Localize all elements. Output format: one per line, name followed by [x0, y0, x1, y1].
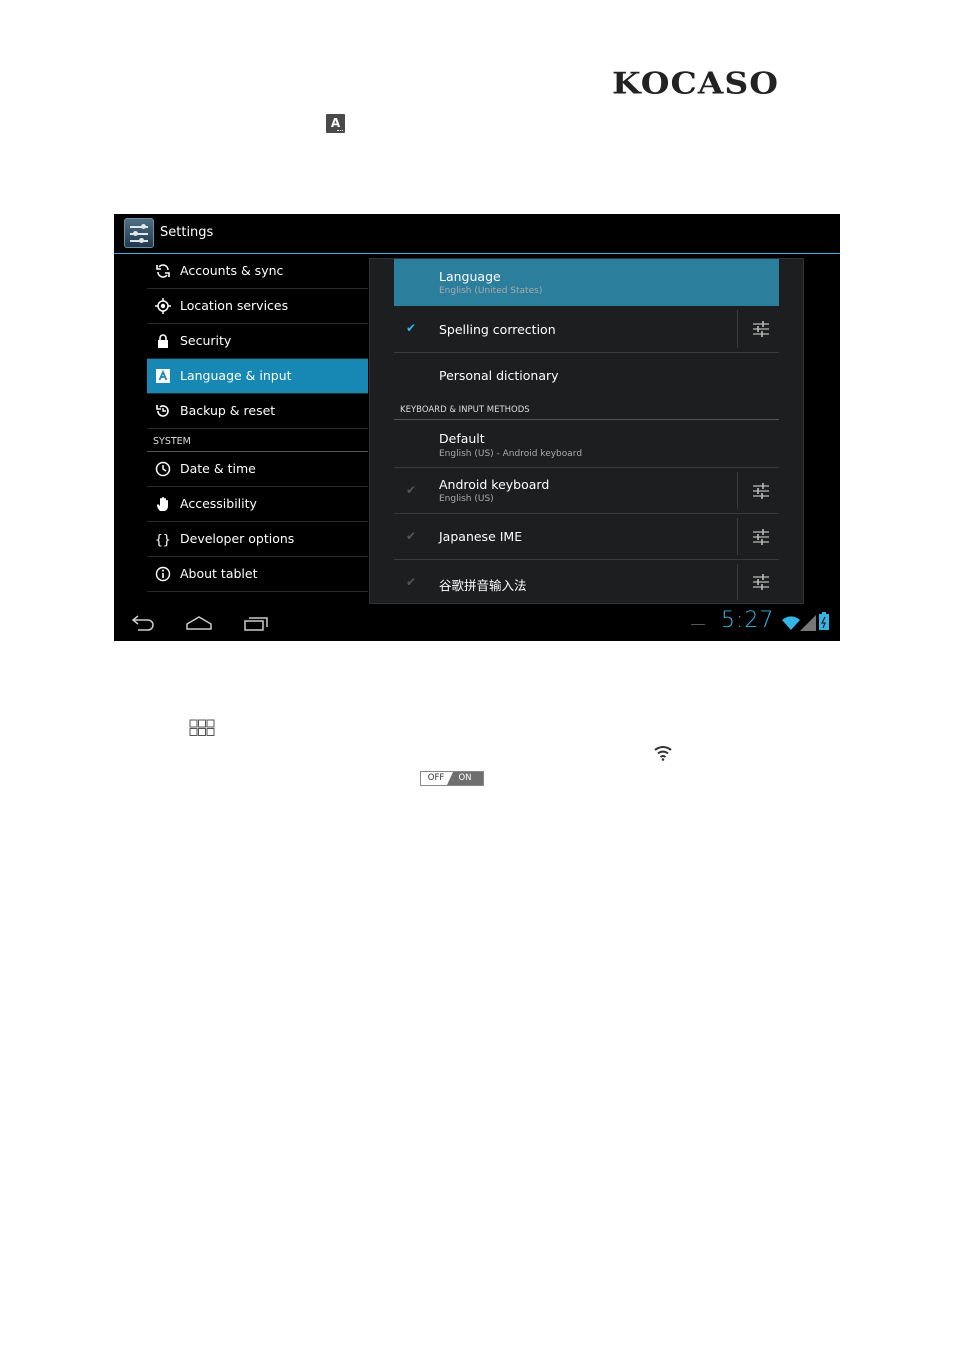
- home-icon[interactable]: [184, 612, 214, 634]
- settings-screenshot: Settings Accounts & sync Location servic…: [114, 214, 840, 641]
- language-input-panel: Language English (United States) ✔ Spell…: [369, 258, 804, 604]
- pinyin-ime-label: 谷歌拼音输入法: [439, 578, 527, 593]
- menu-item-about-tablet[interactable]: About tablet: [147, 557, 368, 592]
- menu-item-location-services[interactable]: Location services: [147, 289, 368, 324]
- japanese-ime-row[interactable]: ✔ Japanese IME: [394, 514, 779, 560]
- kocaso-logo: KOCASO: [612, 65, 779, 101]
- menu-label: Developer options: [180, 531, 295, 546]
- hand-icon: [157, 497, 168, 511]
- wifi-icon: [782, 616, 800, 630]
- menu-item-accounts-sync[interactable]: Accounts & sync: [147, 254, 368, 289]
- default-input-row[interactable]: Default English (US) - Android keyboard: [394, 421, 779, 468]
- keyboard-section-header: KEYBOARD & INPUT METHODS: [394, 403, 779, 420]
- settings-menu: Accounts & sync Location services Securi…: [147, 254, 368, 592]
- menu-item-backup-reset[interactable]: Backup & reset: [147, 394, 368, 429]
- menu-label: Accessibility: [180, 496, 257, 511]
- menu-label: Date & time: [180, 461, 256, 476]
- language-icon: [156, 369, 170, 383]
- navigation-bar: 5:27: [114, 606, 840, 641]
- japanese-ime-settings-icon[interactable]: [752, 529, 770, 545]
- android-keyboard-row[interactable]: ✔ Android keyboard English (US): [394, 468, 779, 514]
- android-keyboard-sub: English (US): [439, 494, 494, 504]
- spelling-correction-row[interactable]: ✔ Spelling correction: [394, 306, 779, 353]
- backup-icon: [156, 405, 169, 417]
- language-title: Language: [439, 269, 501, 284]
- toggle-off-label: OFF: [421, 772, 451, 785]
- japanese-ime-label: Japanese IME: [439, 529, 523, 544]
- braces-icon: {}: [155, 533, 171, 547]
- language-value: English (United States): [439, 286, 543, 296]
- menu-item-developer-options[interactable]: {} Developer options: [147, 522, 368, 557]
- lock-icon: [158, 334, 168, 348]
- status-clock: 5:27: [721, 608, 775, 633]
- on-off-toggle: OFF ON: [420, 771, 484, 786]
- dictionary-label: Personal dictionary: [439, 368, 559, 383]
- pinyin-ime-settings-icon[interactable]: [752, 574, 770, 590]
- sync-icon: [156, 264, 170, 278]
- settings-app-icon[interactable]: [124, 218, 154, 248]
- app-title: Settings: [160, 225, 214, 240]
- language-setting[interactable]: Language English (United States): [394, 259, 779, 306]
- android-keyboard-title: Android keyboard: [439, 477, 550, 492]
- location-icon: [155, 298, 171, 314]
- default-value: English (US) - Android keyboard: [439, 449, 583, 459]
- menu-label: Language & input: [180, 368, 292, 383]
- spelling-checkbox[interactable]: ✔: [406, 322, 418, 334]
- menu-item-accessibility[interactable]: Accessibility: [147, 487, 368, 522]
- signal-icon: [800, 615, 816, 631]
- pinyin-ime-row[interactable]: ✔ 谷歌拼音输入法: [394, 560, 779, 604]
- back-icon[interactable]: [128, 612, 156, 634]
- toggle-on-label: ON: [447, 772, 483, 785]
- menu-label: About tablet: [180, 566, 258, 581]
- menu-label: Accounts & sync: [180, 263, 284, 278]
- system-section-header: SYSTEM: [147, 429, 368, 452]
- info-icon: [155, 566, 171, 582]
- menu-label: Location services: [180, 298, 289, 313]
- menu-item-date-time[interactable]: Date & time: [147, 452, 368, 487]
- japanese-ime-checkbox[interactable]: ✔: [406, 530, 418, 542]
- menu-item-language-input[interactable]: Language & input: [147, 359, 368, 394]
- android-keyboard-settings-icon[interactable]: [752, 483, 770, 499]
- language-input-icon: A: [326, 114, 345, 133]
- app-grid-icon: [189, 719, 215, 736]
- battery-icon: [819, 612, 829, 630]
- menu-item-security[interactable]: Security: [147, 324, 368, 359]
- pinyin-ime-checkbox[interactable]: ✔: [406, 576, 418, 588]
- spelling-label: Spelling correction: [439, 322, 556, 337]
- clock-icon: [155, 461, 171, 477]
- spelling-settings-icon[interactable]: [752, 321, 770, 337]
- menu-label: Backup & reset: [180, 403, 276, 418]
- android-keyboard-checkbox[interactable]: ✔: [406, 484, 418, 496]
- notification-dash: [691, 624, 705, 625]
- default-title: Default: [439, 431, 485, 446]
- personal-dictionary-row[interactable]: Personal dictionary: [394, 353, 779, 399]
- recent-apps-icon[interactable]: [242, 612, 270, 634]
- svg-text:{}: {}: [155, 533, 171, 547]
- action-bar: Settings: [114, 214, 840, 254]
- menu-label: Security: [180, 333, 232, 348]
- wifi-icon: [654, 746, 672, 761]
